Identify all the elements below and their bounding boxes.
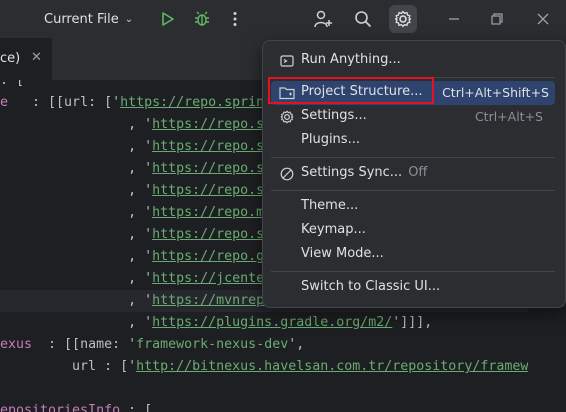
menu-item-settings[interactable]: Settings... Ctrl+Alt+S: [271, 105, 555, 129]
code-token: http://bitnexus.havelsan.com.tr/reposito…: [136, 359, 528, 374]
code-line: , 'https://repo.gra: [0, 246, 280, 268]
code-line: , 'https://repo.mav: [0, 202, 280, 224]
code-token: epositoriesInfo: [0, 403, 121, 412]
folder-icon: [279, 85, 295, 101]
code-line: , 'https://jcenter.: [0, 268, 280, 290]
sync-off-icon: [279, 166, 295, 182]
code-token: framework-nexus-dev: [136, 337, 289, 352]
menu-item-label: Settings Sync...: [301, 165, 403, 180]
code-line: epositoriesInfo : [: [0, 400, 152, 412]
code-token: : [: [0, 80, 25, 88]
minimize-icon[interactable]: [441, 6, 467, 32]
menu-item-label: Plugins...: [301, 132, 360, 147]
menu-item-label-wrap: Settings Sync... Off: [301, 165, 427, 180]
menu-item-label: Project Structure...: [301, 84, 423, 99]
code-token: https://repo.spr: [152, 117, 281, 132]
menu-item-label: Switch to Classic UI...: [301, 279, 441, 294]
editor-tab-label: ce): [0, 51, 21, 66]
code-token: , ': [0, 161, 153, 176]
code-token: https://repo.spr: [152, 183, 281, 198]
editor-tab[interactable]: ce) ✕: [0, 38, 52, 82]
code-line: , 'https://repo.spr: [0, 158, 280, 180]
code-token: https://repo.spr: [152, 139, 281, 154]
menu-separator: [271, 190, 555, 191]
menu-item-label: Settings...: [301, 108, 367, 123]
menu-item-theme[interactable]: Theme...: [271, 195, 555, 219]
code-token: , ': [0, 117, 153, 132]
code-token: , ': [0, 139, 153, 154]
menu-item-switch-classic-ui[interactable]: Switch to Classic UI...: [271, 276, 555, 300]
main-toolbar: Current File ⌄: [0, 0, 566, 38]
code-line: url : ['http://bitnexus.havelsan.com.tr/…: [0, 356, 528, 378]
menu-item-shortcut: Ctrl+Alt+Shift+S: [442, 85, 549, 100]
run-anything-icon: [279, 53, 295, 69]
menu-separator: [271, 271, 555, 272]
code-token: , ': [0, 227, 153, 242]
code-line: , 'https://repo.spr: [0, 180, 280, 202]
code-token: https://repo.gra: [152, 249, 281, 264]
add-user-icon[interactable]: [310, 6, 336, 32]
code-token: : [: [120, 403, 153, 412]
chevron-down-icon: ⌄: [124, 13, 134, 25]
code-token: , ': [0, 205, 153, 220]
code-token: exus: [0, 337, 33, 352]
menu-item-plugins[interactable]: Plugins...: [271, 129, 555, 153]
code-token: https://repo.sprin: [120, 95, 265, 110]
code-token: url : [': [0, 359, 137, 374]
code-token: , ': [0, 293, 153, 308]
menu-item-run-anything[interactable]: Run Anything...: [271, 49, 555, 73]
gear-icon: [394, 10, 412, 28]
sync-status: Off: [408, 165, 428, 180]
code-line: , 'https://plugins.gradle.org/m2/']]],: [0, 312, 432, 334]
code-line: , 'https://repo.spr: [0, 224, 280, 246]
menu-separator: [271, 157, 555, 158]
settings-menu: Run Anything... Project Structure... Ctr…: [262, 40, 566, 308]
code-token: : [[url: [': [8, 95, 121, 110]
code-token: ']]],: [392, 315, 433, 330]
code-token: https://mvnrepos: [152, 293, 281, 308]
code-token: https://repo.spr: [152, 161, 281, 176]
code-line: , 'https://repo.spr: [0, 136, 280, 158]
settings-button[interactable]: [389, 5, 417, 33]
code-token: : [[name: ': [32, 337, 137, 352]
menu-item-label: Keymap...: [301, 222, 366, 237]
code-line: exus : [[name: 'framework-nexus-dev',: [0, 334, 304, 356]
menu-item-shortcut: Ctrl+Alt+S: [474, 109, 543, 124]
more-vertical-icon[interactable]: [222, 6, 248, 32]
menu-separator: [271, 77, 555, 78]
code-token: , ': [0, 271, 153, 286]
menu-item-settings-sync[interactable]: Settings Sync... Off: [271, 162, 555, 186]
settings-icon: [279, 109, 295, 125]
code-token: https://plugins.gradle.org/m2/: [152, 315, 393, 330]
menu-item-label: Theme...: [301, 198, 359, 213]
code-line: : [: [0, 80, 24, 92]
code-token: , ': [0, 249, 153, 264]
code-token: e: [0, 95, 9, 110]
code-token: , ': [0, 183, 153, 198]
restore-icon[interactable]: [484, 6, 510, 32]
run-icon[interactable]: [155, 6, 181, 32]
menu-item-view-mode[interactable]: View Mode...: [271, 243, 555, 267]
code-line: e : [[url: ['https://repo.sprin: [0, 92, 264, 114]
run-configuration-label: Current File: [44, 11, 119, 27]
code-token: , ': [0, 315, 153, 330]
code-token: ',: [288, 337, 305, 352]
code-token: https://repo.mav: [152, 205, 281, 220]
menu-item-label: Run Anything...: [301, 52, 401, 67]
menu-item-project-structure[interactable]: Project Structure... Ctrl+Alt+Shift+S: [271, 81, 555, 105]
debug-icon[interactable]: [189, 6, 215, 32]
close-icon[interactable]: [530, 6, 556, 32]
code-line: , 'https://repo.spr: [0, 114, 280, 136]
search-icon[interactable]: [350, 6, 376, 32]
tab-close-icon[interactable]: ✕: [31, 50, 42, 65]
menu-item-keymap[interactable]: Keymap...: [271, 219, 555, 243]
code-token: https://jcenter.: [152, 271, 281, 286]
code-token: https://repo.spr: [152, 227, 281, 242]
menu-item-label: View Mode...: [301, 246, 384, 261]
run-configuration-selector[interactable]: Current File ⌄: [44, 8, 133, 30]
